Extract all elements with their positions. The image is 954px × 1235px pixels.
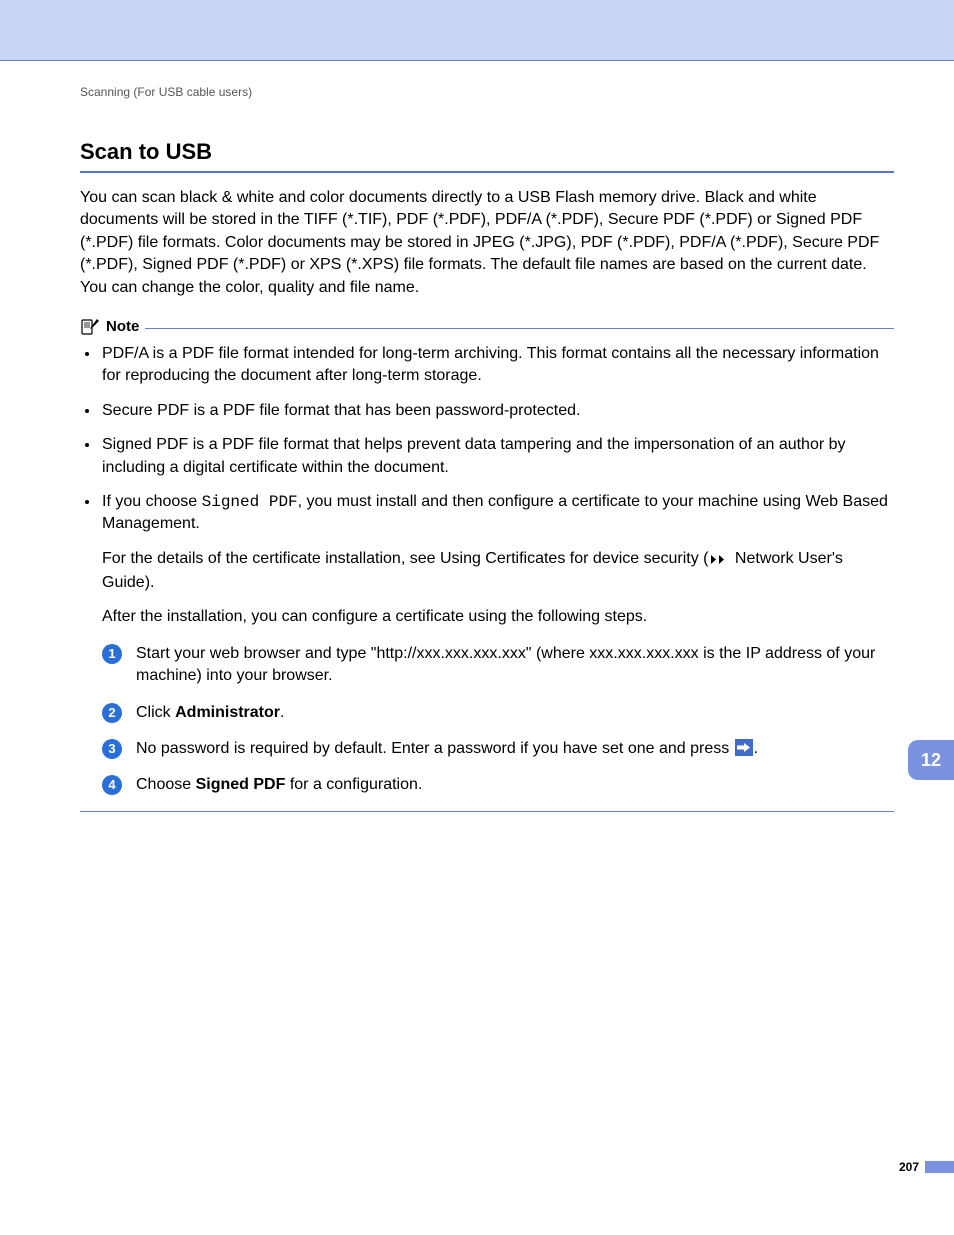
step-item: 2 Click Administrator. — [102, 702, 894, 724]
page-number-strip — [925, 1161, 954, 1173]
note-list: PDF/A is a PDF file format intended for … — [88, 343, 894, 797]
chapter-tab: 12 — [908, 740, 954, 780]
step-number-badge: 4 — [102, 775, 122, 795]
step-number-badge: 2 — [102, 703, 122, 723]
bold-text: Administrator — [175, 704, 280, 721]
note-item: PDF/A is a PDF file format intended for … — [100, 343, 894, 388]
step-item: 3 No password is required by default. En… — [102, 738, 894, 760]
step-item: 4 Choose Signed PDF for a configuration. — [102, 774, 894, 796]
breadcrumb: Scanning (For USB cable users) — [80, 85, 894, 99]
note-block: Note PDF/A is a PDF file format intended… — [80, 317, 894, 812]
step-number-badge: 1 — [102, 644, 122, 664]
steps-list: 1 Start your web browser and type "http:… — [102, 643, 894, 797]
bold-text: Signed PDF — [196, 776, 286, 793]
note-header: Note — [80, 317, 894, 337]
mono-text: Signed PDF — [202, 493, 298, 511]
note-item: Secure PDF is a PDF file format that has… — [100, 400, 894, 422]
xref-arrows-icon — [710, 550, 728, 572]
arrow-enter-icon — [735, 739, 753, 756]
intro-paragraph: You can scan black & white and color doc… — [80, 187, 894, 299]
note-sub-paragraph: After the installation, you can configur… — [102, 606, 894, 628]
step-item: 1 Start your web browser and type "http:… — [102, 643, 894, 688]
note-sub-paragraph: For the details of the certificate insta… — [102, 548, 894, 595]
note-header-rule — [145, 328, 894, 329]
title-rule — [80, 171, 894, 173]
note-label: Note — [106, 318, 139, 335]
note-bottom-rule — [80, 811, 894, 812]
page-number-bar: 207 — [899, 1160, 954, 1174]
note-icon — [80, 317, 100, 337]
page-content: Scanning (For USB cable users) Scan to U… — [0, 61, 954, 856]
header-blue-bar — [0, 0, 954, 60]
note-item: If you choose Signed PDF, you must insta… — [100, 491, 894, 797]
note-item: Signed PDF is a PDF file format that hel… — [100, 434, 894, 479]
page-number: 207 — [899, 1160, 919, 1174]
section-title: Scan to USB — [80, 139, 894, 165]
step-number-badge: 3 — [102, 739, 122, 759]
